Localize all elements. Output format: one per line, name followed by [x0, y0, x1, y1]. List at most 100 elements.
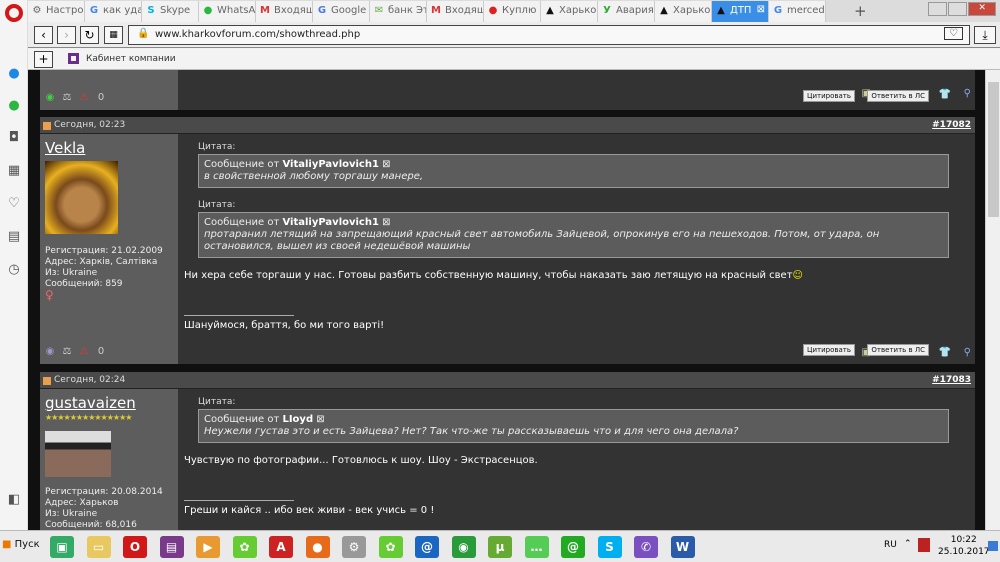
avatar[interactable]: [45, 161, 118, 234]
tab-1[interactable]: ⚙ Настрой: [28, 1, 85, 22]
online-status-icon: ◉: [45, 92, 55, 103]
post-number-link[interactable]: #17083: [932, 375, 971, 385]
view-post-icon[interactable]: ⊠: [382, 159, 390, 170]
clock-time: 10:22: [950, 535, 977, 545]
quote-button[interactable]: Цитировать: [803, 90, 855, 102]
tab-8[interactable]: M Входящ: [427, 1, 484, 22]
icq-icon[interactable]: ✿: [232, 536, 257, 558]
clock[interactable]: 10:22 25.10.2017: [938, 534, 990, 558]
acrobat-tray-icon[interactable]: [918, 538, 930, 552]
tab-label: merced: [787, 5, 825, 16]
kharkov-icon: ▲: [546, 5, 554, 16]
opera-icon[interactable]: O: [123, 536, 147, 558]
show-desktop-button[interactable]: [988, 541, 998, 551]
back-button[interactable]: ‹: [34, 26, 53, 44]
tab-14[interactable]: Gmerced: [769, 1, 826, 22]
user-registration: Регистрация: 21.02.2009: [45, 246, 163, 256]
username-link[interactable]: Vekla: [45, 139, 173, 157]
scales-icon[interactable]: ⚖: [61, 92, 73, 104]
restore-button[interactable]: [948, 2, 968, 16]
quote-from-label: Сообщение от: [204, 414, 280, 425]
tab-13[interactable]: ▲ ДТП ⊠: [712, 1, 769, 22]
quote-button[interactable]: Цитировать: [803, 344, 855, 356]
reply-pm-button[interactable]: Ответить в ЛС: [867, 344, 929, 356]
username-link[interactable]: gustavaizen: [45, 394, 173, 412]
post-icon: [43, 377, 51, 385]
reply-pm-button[interactable]: Ответить в ЛС: [867, 90, 929, 102]
close-tab-icon[interactable]: ⊠: [757, 4, 765, 15]
tab-2[interactable]: Gкак удал: [85, 1, 142, 22]
scrollbar-thumb[interactable]: [988, 82, 999, 217]
chrome-icon[interactable]: ◉: [451, 536, 476, 558]
reload-button[interactable]: ↻: [80, 26, 99, 44]
user-icon[interactable]: ⚲: [964, 347, 971, 358]
minimize-button[interactable]: [928, 2, 948, 16]
media-player-icon[interactable]: ▶: [196, 536, 220, 558]
post: Сегодня, 02:24 #17083 gustavaizen ★★★★★★★…: [40, 372, 975, 530]
messenger-icon[interactable]: ●: [6, 66, 22, 82]
tab-5[interactable]: M Входящ: [256, 1, 313, 22]
tabs-grid-button[interactable]: ▦: [104, 26, 123, 44]
download-button[interactable]: ⤓: [974, 26, 996, 44]
history-icon[interactable]: ◷: [6, 262, 22, 278]
word-icon[interactable]: W: [670, 536, 695, 558]
terminal-icon[interactable]: ▣: [50, 536, 74, 558]
qip-icon[interactable]: @: [561, 536, 585, 558]
url-input[interactable]: 🔒 www.kharkovforum.com/showthread.php ♡: [128, 25, 970, 45]
icq2-icon[interactable]: ✿: [378, 536, 403, 558]
close-button[interactable]: ✕: [968, 2, 996, 16]
shirt-icon[interactable]: 👕: [939, 89, 951, 100]
shirt-icon[interactable]: 👕: [939, 347, 951, 358]
tab-label: Харьков: [673, 5, 712, 16]
news-icon[interactable]: ▤: [6, 229, 22, 245]
opera-logo-icon[interactable]: [5, 4, 23, 22]
user-icon[interactable]: ⚲: [964, 88, 971, 99]
forward-button[interactable]: ›: [57, 26, 76, 44]
acrobat-icon[interactable]: A: [269, 536, 293, 558]
tab-9[interactable]: ● Куплю: [484, 1, 541, 22]
post-icon: [43, 122, 51, 130]
firefox-icon[interactable]: ●: [305, 536, 330, 558]
utorrent-icon[interactable]: µ: [488, 536, 512, 558]
language-indicator[interactable]: RU: [884, 540, 897, 550]
add-bookmark-button[interactable]: +: [34, 51, 53, 68]
view-post-icon[interactable]: ⊠: [316, 414, 324, 425]
bookmark-item[interactable]: Кабинет компании: [86, 54, 176, 64]
wechat-icon[interactable]: …: [524, 536, 549, 558]
clock-date: 25.10.2017: [938, 547, 990, 557]
explorer-icon[interactable]: ▭: [86, 536, 111, 558]
skype-icon[interactable]: S: [597, 536, 622, 558]
avatar[interactable]: [45, 431, 111, 477]
post-text: Чувствую по фотографии... Готовлюсь к шо…: [184, 455, 538, 466]
start-button[interactable]: ■ Пуск: [2, 539, 40, 550]
tab-7[interactable]: ✉ банк Эт: [370, 1, 427, 22]
address-bar-area: ‹ › ↻ ▦ 🔒 www.kharkovforum.com/showthrea…: [28, 22, 1000, 48]
scales-icon[interactable]: ⚖: [61, 346, 73, 358]
tab-4[interactable]: ● WhatsAp: [199, 1, 256, 22]
tab-10[interactable]: ▲ Харьков: [541, 1, 598, 22]
speed-dial-icon[interactable]: ▦: [6, 163, 22, 179]
tab-12[interactable]: ▲ Харьков: [655, 1, 712, 22]
network-icon[interactable]: ⚙: [342, 536, 366, 558]
bookmark-heart-icon[interactable]: ♡: [944, 27, 963, 40]
post-number-link[interactable]: #17082: [932, 120, 971, 130]
camera-icon[interactable]: ◘: [6, 130, 22, 146]
viber-icon[interactable]: ✆: [634, 536, 658, 558]
report-icon[interactable]: ⚠: [78, 346, 90, 358]
tab-6[interactable]: G Google: [313, 1, 370, 22]
whatsapp-icon[interactable]: ●: [6, 98, 22, 114]
tab-3[interactable]: S Skype: [142, 1, 199, 22]
tab-bar: ⚙НастройGкак удалSSkype●WhatsApMВходящGG…: [28, 0, 1000, 22]
sidebar-toggle-icon[interactable]: ◧: [6, 492, 22, 508]
report-icon[interactable]: ⚠: [78, 92, 90, 104]
scrollbar[interactable]: [985, 70, 1000, 530]
tab-11[interactable]: У Авария: [598, 1, 655, 22]
winrar-icon[interactable]: ▤: [159, 536, 184, 558]
post-icons: ◉ ⚖ ⚠ 0: [44, 346, 107, 358]
new-tab-button[interactable]: +: [854, 2, 867, 20]
heart-icon[interactable]: ♡: [6, 196, 22, 212]
view-post-icon[interactable]: ⊠: [382, 217, 390, 228]
user-column: gustavaizen ★★★★★★★★★★★★★★ Регистрация: …: [40, 389, 178, 530]
mail-agent-icon[interactable]: @: [415, 536, 439, 558]
tray-expand-icon[interactable]: ⌃: [904, 539, 912, 549]
